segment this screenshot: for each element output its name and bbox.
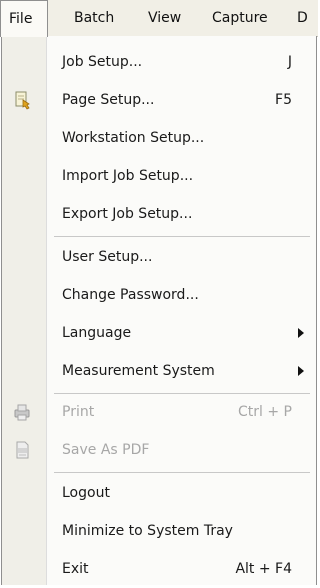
menu-item-save-as-pdf[interactable]: Save As PDF xyxy=(2,431,316,469)
menu-item-change-password[interactable]: Change Password... xyxy=(2,276,316,314)
printer-icon xyxy=(12,402,32,422)
menu-item-exit[interactable]: Exit Alt + F4 xyxy=(2,550,316,588)
menu-item-label: Job Setup... xyxy=(62,54,143,70)
menu-item-shortcut: J xyxy=(287,54,292,70)
menu-item-label: Save As PDF xyxy=(62,442,150,458)
menu-item-label: Print xyxy=(62,404,95,420)
menu-item-print[interactable]: Print Ctrl + P xyxy=(2,393,316,431)
menu-item-label: Workstation Setup... xyxy=(62,130,205,146)
menu-batch[interactable]: Batch xyxy=(66,0,122,36)
menu-separator xyxy=(54,236,310,237)
menu-item-measurement-system[interactable]: Measurement System xyxy=(2,352,316,390)
menu-capture[interactable]: Capture xyxy=(204,0,276,36)
menu-item-label: Language xyxy=(62,325,132,341)
menu-view[interactable]: View xyxy=(140,0,189,36)
menu-item-label: Export Job Setup... xyxy=(62,206,193,222)
menu-item-shortcut: F5 xyxy=(275,92,292,108)
menu-item-job-setup[interactable]: Job Setup... J xyxy=(2,43,316,81)
menu-item-minimize-to-tray[interactable]: Minimize to System Tray xyxy=(2,512,316,550)
menu-item-logout[interactable]: Logout xyxy=(2,474,316,512)
menu-separator xyxy=(54,472,310,473)
menu-item-label: User Setup... xyxy=(62,249,153,265)
menu-item-label: Logout xyxy=(62,485,110,501)
page-setup-icon xyxy=(12,90,32,110)
file-dropdown-menu: Job Setup... J Page Setup... F5 Workstat… xyxy=(1,36,317,585)
menu-item-user-setup[interactable]: User Setup... xyxy=(2,238,316,276)
menu-item-import-job-setup[interactable]: Import Job Setup... xyxy=(2,157,316,195)
submenu-arrow-icon xyxy=(298,366,304,376)
submenu-arrow-icon xyxy=(298,328,304,338)
menu-file[interactable]: File xyxy=(0,0,48,37)
menu-item-label: Page Setup... xyxy=(62,92,155,108)
menu-item-label: Change Password... xyxy=(62,287,199,303)
menu-item-label: Measurement System xyxy=(62,363,215,379)
pdf-icon xyxy=(12,440,32,460)
menu-item-language[interactable]: Language xyxy=(2,314,316,352)
menu-item-page-setup[interactable]: Page Setup... F5 xyxy=(2,81,316,119)
menu-item-label: Exit xyxy=(62,561,89,577)
menu-bar: File Batch View Capture D xyxy=(0,0,318,37)
menu-item-export-job-setup[interactable]: Export Job Setup... xyxy=(2,195,316,233)
menu-item-label: Minimize to System Tray xyxy=(62,523,233,539)
menu-item-workstation-setup[interactable]: Workstation Setup... xyxy=(2,119,316,157)
menu-item-shortcut: Ctrl + P xyxy=(238,404,292,420)
menu-item-shortcut: Alt + F4 xyxy=(235,561,292,577)
menu-d[interactable]: D xyxy=(289,0,316,36)
menu-item-label: Import Job Setup... xyxy=(62,168,194,184)
